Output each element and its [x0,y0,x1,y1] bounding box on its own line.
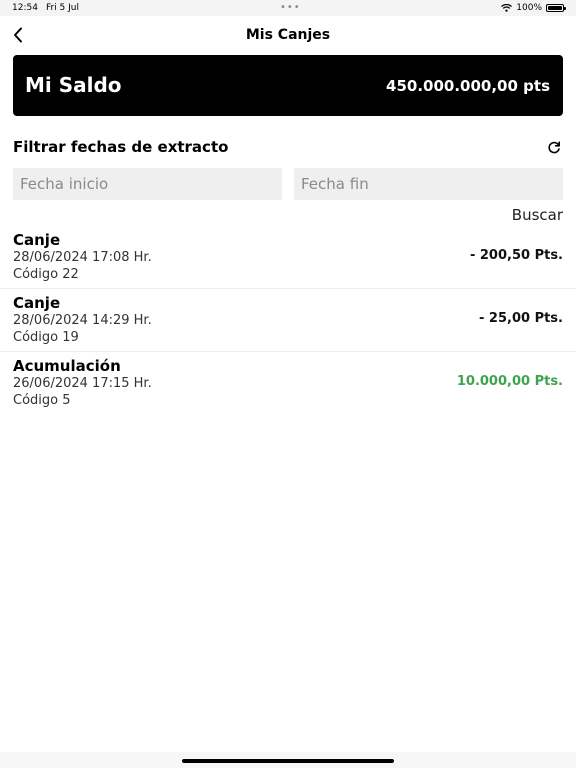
transaction-code: Código 19 [13,330,79,345]
home-indicator[interactable] [182,759,394,763]
battery-percent: 100% [516,3,542,13]
status-right: 100% [501,0,566,16]
balance-card: Mi Saldo 450.000.000,00 pts [13,55,563,116]
nav-bar: Mis Canjes [0,16,576,54]
transaction-amount: 10.000,00 Pts. [456,374,563,389]
bottom-safe-area [0,752,576,768]
battery-icon [546,4,566,12]
page-title: Mis Canjes [245,27,331,43]
wifi-icon [501,4,513,12]
refresh-icon[interactable] [545,139,563,157]
balance-label: Mi Saldo [25,73,122,97]
balance-value: 450.000.000,00 pts [386,77,550,95]
transaction-date: 28/06/2024 14:29 Hr. [13,313,152,328]
status-time: 12:54 [12,3,38,13]
transaction-type: Canje [13,294,61,312]
transaction-type: Acumulación [13,357,121,375]
status-bar: 12:54 Fri 5 Jul ••• 100% [0,0,576,16]
transaction-row[interactable]: Acumulación 26/06/2024 17:15 Hr. Código … [0,352,576,414]
transaction-date: 26/06/2024 17:15 Hr. [13,376,152,391]
transaction-row[interactable]: Canje 28/06/2024 14:29 Hr. Código 19 - 2… [0,289,576,352]
transaction-code: Código 22 [13,267,79,282]
status-date: Fri 5 Jul [45,3,79,13]
status-left: 12:54 Fri 5 Jul [12,0,79,16]
transaction-date: 28/06/2024 17:08 Hr. [13,250,152,265]
transaction-amount: - 200,50 Pts. [469,248,563,263]
transaction-amount: - 25,00 Pts. [479,311,563,326]
transaction-code: Código 5 [13,393,71,408]
search-button[interactable]: Buscar [512,206,563,224]
end-date-input[interactable] [294,168,563,200]
transaction-row[interactable]: Canje 28/06/2024 17:08 Hr. Código 22 - 2… [0,226,576,289]
transaction-list: Canje 28/06/2024 17:08 Hr. Código 22 - 2… [0,226,576,414]
start-date-input[interactable] [13,168,282,200]
transaction-type: Canje [13,231,61,249]
multitasking-dots-icon[interactable]: ••• [280,0,300,16]
filter-title: Filtrar fechas de extracto [13,138,229,156]
